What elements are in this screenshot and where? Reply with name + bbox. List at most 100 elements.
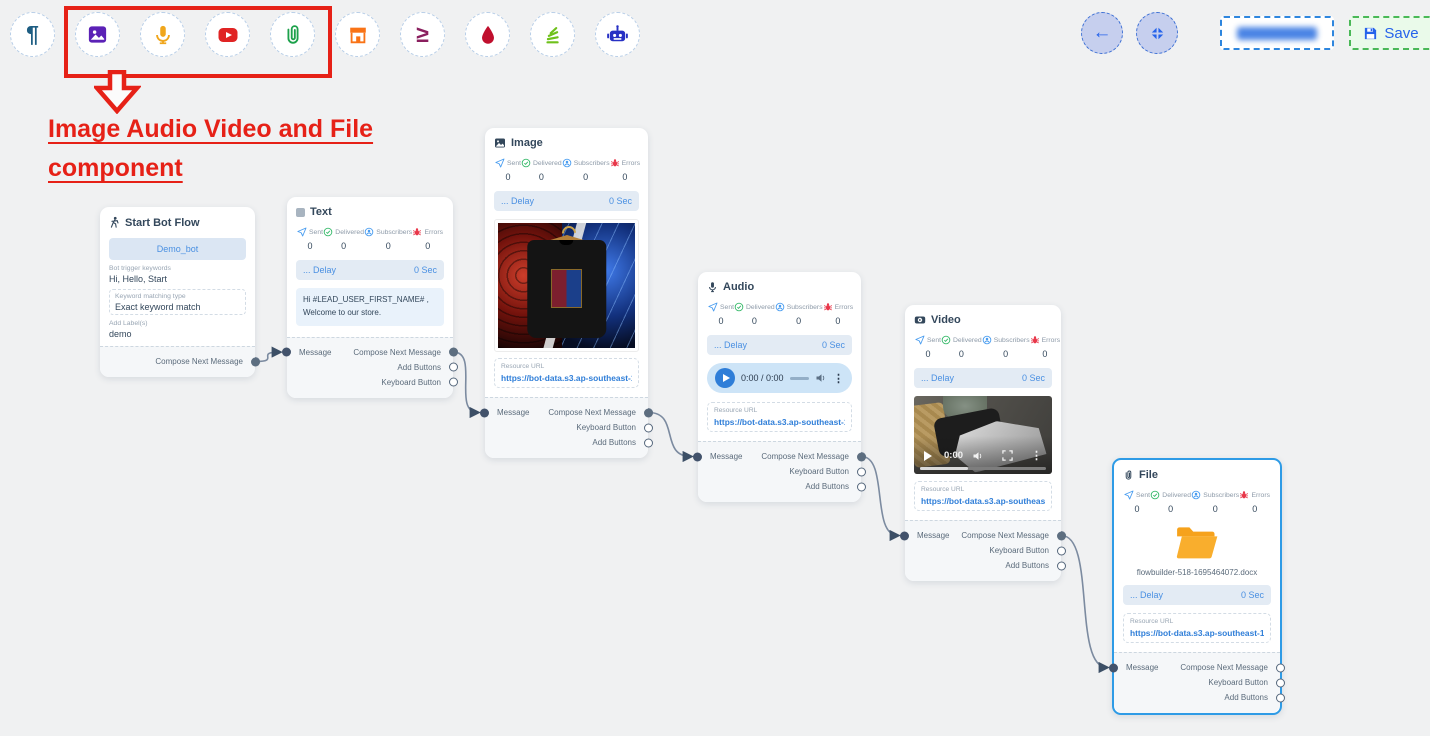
video-progress-bar[interactable] <box>920 467 1047 470</box>
toolbar-image-component[interactable] <box>75 12 120 57</box>
volume-icon[interactable] <box>972 450 984 462</box>
resource-url-box[interactable]: Resource URL https://bot-data.s3.ap-sout… <box>707 402 852 432</box>
toolbar-file-component[interactable] <box>270 12 315 57</box>
add-buttons-port[interactable] <box>1276 693 1285 702</box>
delay-row[interactable]: ... Delay0 Sec <box>296 260 444 280</box>
node-title: Video <box>914 314 1052 326</box>
message-input-port[interactable] <box>282 348 291 357</box>
node-image[interactable]: Image Sent0 Delivered0 Subscribers0 Erro… <box>485 128 648 458</box>
delivered-icon <box>521 158 531 168</box>
keyboard-button-port[interactable] <box>644 423 653 432</box>
message-input-port[interactable] <box>480 408 489 417</box>
delivered-icon <box>734 302 744 312</box>
toolbar-audio-component[interactable] <box>140 12 185 57</box>
node-video[interactable]: Video Sent0 Delivered0 Subscribers0 Erro… <box>905 305 1061 581</box>
toolbar-sequence-component[interactable] <box>530 12 575 57</box>
errors-icon <box>610 158 620 168</box>
compose-output-port[interactable] <box>251 357 260 366</box>
add-buttons-port[interactable] <box>857 482 866 491</box>
compose-output-port[interactable] <box>1057 531 1066 540</box>
resource-url-link[interactable]: https://bot-data.s3.ap-southeast-1.wasab… <box>501 373 632 383</box>
keyboard-button-port[interactable] <box>857 467 866 476</box>
message-input-port[interactable] <box>900 531 909 540</box>
volume-icon[interactable] <box>815 372 827 384</box>
node-file[interactable]: File Sent0 Delivered0 Subscribers0 Error… <box>1112 458 1282 715</box>
audio-time: 0:00 / 0:00 <box>741 373 784 383</box>
toolbar-droplet-component[interactable] <box>465 12 510 57</box>
delay-row[interactable]: ... Delay0 Sec <box>707 335 852 355</box>
port-label-compose: Compose Next Message <box>155 357 243 366</box>
node-audio[interactable]: Audio Sent0 Delivered0 Subscribers0 Erro… <box>698 272 861 502</box>
sent-icon <box>1124 490 1134 500</box>
message-input-port[interactable] <box>693 452 702 461</box>
compose-output-port[interactable] <box>857 452 866 461</box>
stats-row: Sent0 Delivered0 Subscribers0 Errors0 <box>1123 490 1271 514</box>
subscribers-icon <box>364 227 374 237</box>
bot-name-pill[interactable]: Demo_bot <box>109 238 246 260</box>
compose-output-port[interactable] <box>1276 663 1285 672</box>
toolbar-video-component[interactable] <box>205 12 250 57</box>
save-button[interactable]: Save <box>1349 16 1430 50</box>
node-text[interactable]: Text Sent0 Delivered0 Subscribers0 Error… <box>287 197 453 398</box>
resource-url-box[interactable]: Resource URL https://bot-data.s3.ap-sout… <box>1123 613 1271 643</box>
video-preview[interactable]: 0:00 ⋮ <box>914 396 1052 474</box>
delay-row[interactable]: ... Delay0 Sec <box>1123 585 1271 605</box>
keyboard-button-port[interactable] <box>449 378 458 387</box>
field-add-labels[interactable]: Add Label(s) demo <box>109 320 246 339</box>
keyboard-button-port[interactable] <box>1057 546 1066 555</box>
add-buttons-port[interactable] <box>644 438 653 447</box>
resource-url-box[interactable]: Resource URL https://bot-data.s3.ap-sout… <box>914 481 1052 511</box>
redacted-button[interactable] <box>1220 16 1334 50</box>
delivered-icon <box>323 227 333 237</box>
toolbar-bot-component[interactable] <box>595 12 640 57</box>
file-attachment[interactable]: flowbuilder-518-1695464072.docx <box>1123 524 1271 577</box>
video-menu-icon[interactable]: ⋮ <box>1031 449 1042 462</box>
subscribers-icon <box>1191 490 1201 500</box>
delay-row[interactable]: ... Delay0 Sec <box>914 368 1052 388</box>
back-arrow-icon: ← <box>1093 22 1112 44</box>
resource-url-link[interactable]: https://bot-data.s3.ap-southeast-1.wasab… <box>714 417 845 427</box>
resource-url-link[interactable]: https://bot-data.s3.ap-southeast-1.wasab… <box>921 496 1045 506</box>
robot-icon <box>606 23 629 46</box>
resource-url-box[interactable]: Resource URL https://bot-data.s3.ap-sout… <box>494 358 639 388</box>
delay-row[interactable]: ... Delay0 Sec <box>494 191 639 211</box>
audio-play-button[interactable] <box>715 368 735 388</box>
delivered-icon <box>1150 490 1160 500</box>
node-start[interactable]: Start Bot Flow Demo_bot Bot trigger keyw… <box>100 207 255 377</box>
subscribers-icon <box>775 302 785 312</box>
audio-menu-icon[interactable]: ⋮ <box>833 372 844 385</box>
flow-canvas[interactable]: ¶ ≥ ← <box>0 0 1430 736</box>
field-trigger-keywords[interactable]: Bot trigger keywords Hi, Hello, Start <box>109 265 246 284</box>
keyboard-button-port[interactable] <box>1276 678 1285 687</box>
toolbar-text-component[interactable]: ¶ <box>10 12 55 57</box>
text-icon <box>296 208 305 217</box>
topbar-actions: ← Save <box>1081 12 1430 54</box>
field-keyword-matching[interactable]: Keyword matching type Exact keyword matc… <box>109 289 246 315</box>
audio-player[interactable]: 0:00 / 0:00 ⋮ <box>707 363 852 393</box>
add-buttons-port[interactable] <box>1057 561 1066 570</box>
compose-output-port[interactable] <box>644 408 653 417</box>
node-title: Text <box>296 206 444 218</box>
floppy-save-icon <box>1363 26 1378 41</box>
fullscreen-icon[interactable] <box>1002 450 1013 461</box>
greater-equal-icon: ≥ <box>416 23 429 46</box>
add-buttons-port[interactable] <box>449 363 458 372</box>
toolbar-condition-component[interactable]: ≥ <box>400 12 445 57</box>
sent-icon <box>297 227 307 237</box>
video-time: 0:00 <box>944 450 963 461</box>
resource-url-link[interactable]: https://bot-data.s3.ap-southeast-1.wasab… <box>1130 628 1264 638</box>
message-input-port[interactable] <box>1109 663 1118 672</box>
youtube-icon <box>216 23 240 47</box>
fit-view-button[interactable] <box>1136 12 1178 54</box>
toolbar-ecommerce-component[interactable] <box>335 12 380 57</box>
message-preview[interactable]: Hi #LEAD_USER_FIRST_NAME# , Welcome to o… <box>296 288 444 326</box>
back-button[interactable]: ← <box>1081 12 1123 54</box>
node-title: Image <box>494 137 639 149</box>
image-preview[interactable] <box>494 219 639 352</box>
component-toolbar: ¶ ≥ <box>10 12 640 57</box>
compose-output-port[interactable] <box>449 348 458 357</box>
video-play-button[interactable] <box>924 451 932 461</box>
audio-progress[interactable] <box>790 377 809 380</box>
tshirt-shape <box>527 240 606 338</box>
sent-icon <box>915 335 925 345</box>
